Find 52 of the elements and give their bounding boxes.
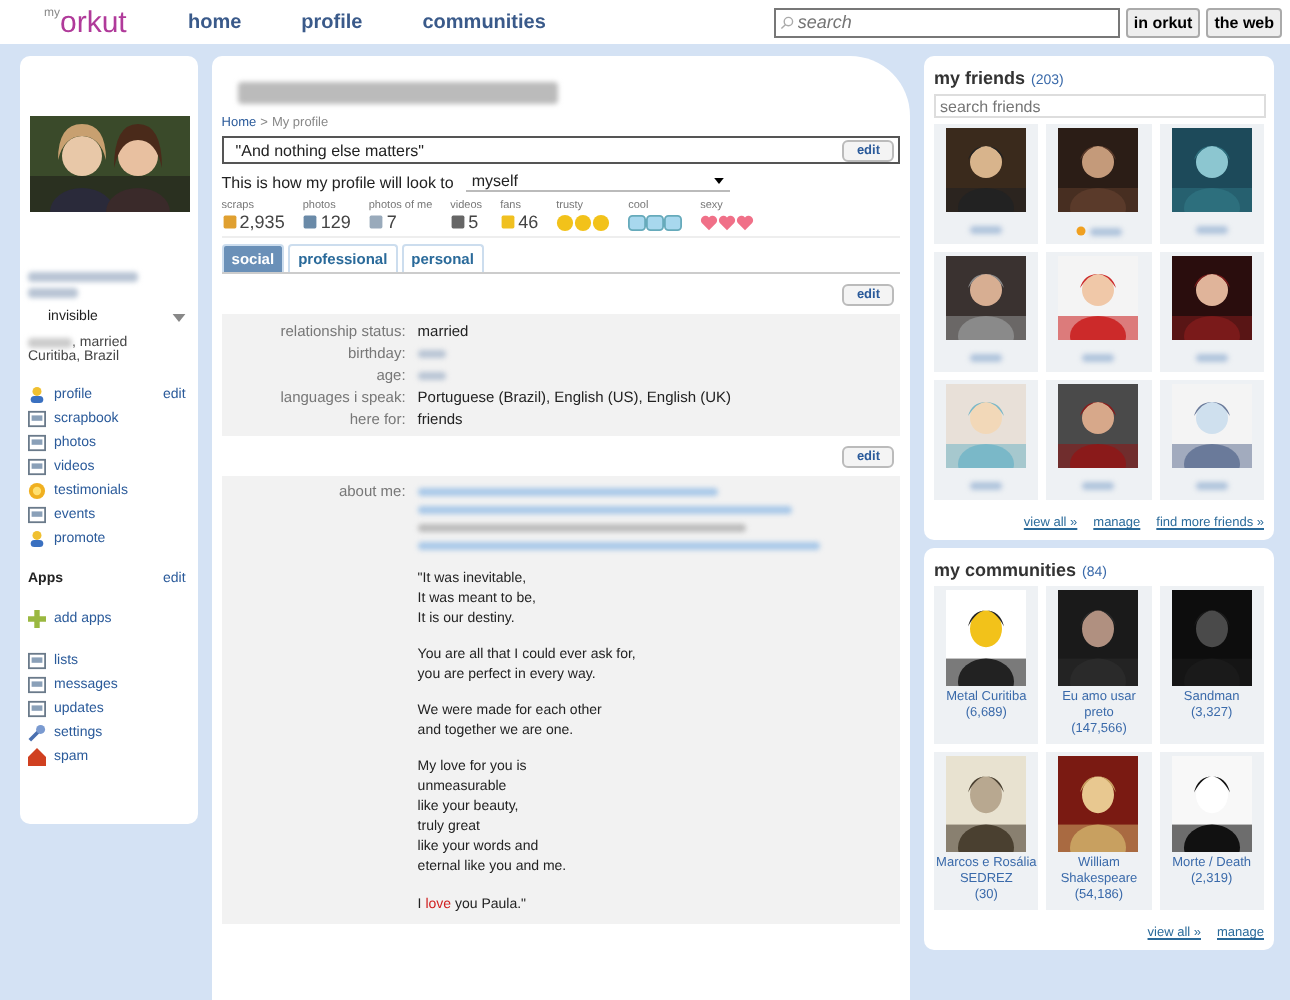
wrench-icon <box>28 723 46 741</box>
friend-tile[interactable] <box>934 252 1039 372</box>
stat-value: 46 <box>518 212 539 232</box>
view-as-dropdown[interactable]: myself <box>465 172 730 192</box>
stat-icon <box>221 214 238 230</box>
friend-tile[interactable] <box>1046 252 1152 372</box>
person-icon <box>28 385 46 403</box>
friend-tile[interactable] <box>934 380 1039 500</box>
search-button[interactable]: the web <box>1206 7 1282 37</box>
plus-icon <box>28 609 46 627</box>
redacted-name <box>28 272 138 282</box>
view-as-label: This is how my profile will look to <box>221 173 454 191</box>
stat-value: 129 <box>320 212 351 232</box>
friend-tile[interactable] <box>934 124 1039 244</box>
stat-value: 5 <box>468 212 479 232</box>
stat-value: 7 <box>386 212 397 232</box>
status-message: "And nothing else matters" <box>235 141 424 159</box>
stat-value: 2,935 <box>239 212 285 232</box>
stat-icon <box>302 214 319 230</box>
redacted-name <box>1082 482 1115 490</box>
nav-link[interactable]: communities <box>422 11 546 33</box>
friend-tile[interactable] <box>1046 124 1152 244</box>
redacted-name <box>1195 226 1228 234</box>
friend-tile[interactable] <box>1159 252 1264 372</box>
redacted-name <box>1195 482 1228 490</box>
nav-link[interactable]: profile <box>301 11 363 33</box>
search-button[interactable]: in orkut <box>1125 7 1201 37</box>
redacted-name <box>1082 354 1115 362</box>
stat-icon <box>450 214 467 230</box>
person-icon <box>28 529 46 547</box>
redacted-name <box>970 354 1003 362</box>
search-field[interactable]: search <box>773 7 1120 37</box>
search-icon <box>779 15 794 29</box>
redacted-name <box>1089 227 1122 235</box>
panel-title: my friends <box>934 68 1026 88</box>
sun-icon <box>28 481 46 499</box>
redacted-name <box>28 288 78 298</box>
caret-icon <box>713 178 724 184</box>
stat-icon <box>500 214 517 230</box>
friend-tile[interactable] <box>1046 380 1152 500</box>
redacted-name <box>1195 354 1228 362</box>
redacted-name <box>970 482 1003 490</box>
page-icon <box>28 505 46 523</box>
house-icon <box>28 747 46 765</box>
panel-title: my communities <box>934 560 1077 580</box>
stat-icon <box>368 214 385 230</box>
friend-tile[interactable] <box>1159 380 1264 500</box>
redacted-name <box>970 226 1003 234</box>
nav-link[interactable]: home <box>188 11 242 33</box>
redacted-name <box>28 338 72 348</box>
caret-icon <box>171 313 186 321</box>
friend-tile[interactable] <box>1159 124 1264 244</box>
